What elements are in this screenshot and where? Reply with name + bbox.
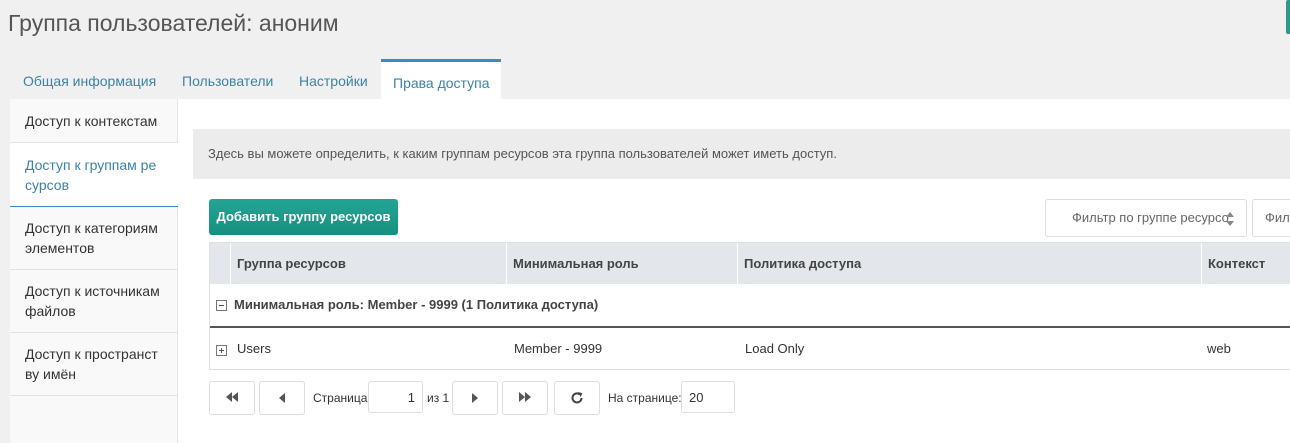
prev-page-button[interactable]	[259, 381, 305, 415]
header-corner-accent	[1286, 0, 1290, 34]
collapse-icon[interactable]	[216, 300, 227, 311]
cell-resource-group: Users	[237, 341, 271, 356]
last-page-button[interactable]	[502, 381, 548, 415]
refresh-icon	[571, 392, 583, 404]
column-header-min-role[interactable]: Минимальная роль	[506, 243, 737, 284]
sidebar-item-label: Доступ к категориям элементов	[25, 220, 158, 256]
resource-groups-content: Здесь вы можете определить, к каким груп…	[193, 129, 1290, 443]
resource-group-filter-placeholder: Фильтр по группе ресурсо	[1072, 210, 1229, 225]
sidebar-item-label: Доступ к контекстам	[25, 112, 158, 129]
cell-context: web	[1207, 341, 1231, 356]
tab-users[interactable]: Пользователи	[182, 63, 273, 100]
tab-access-rights[interactable]: Права доступа	[381, 59, 502, 101]
grid-header: Группа ресурсов Минимальная роль Политик…	[210, 243, 1290, 284]
column-header-access-policy[interactable]: Политика доступа	[737, 243, 1201, 284]
access-sidebar: Доступ к контекстам Доступ к группам ре …	[10, 99, 178, 443]
sidebar-item-label: Доступ к группам ре сурсов	[25, 156, 157, 193]
chevron-right-icon	[472, 393, 478, 403]
page-number-input[interactable]	[368, 381, 423, 413]
page-label: Страница	[313, 391, 368, 405]
second-filter[interactable]: Филь	[1252, 199, 1290, 237]
double-chevron-right-icon	[519, 391, 531, 405]
sort-arrows-icon	[1226, 212, 1234, 226]
sidebar-item-namespaces[interactable]: Доступ к пространст ву имён	[10, 333, 178, 396]
per-page-input[interactable]	[681, 381, 735, 413]
group-header-label: Минимальная роль: Member - 9999 (1 Полит…	[234, 297, 599, 312]
add-resource-group-button[interactable]: Добавить группу ресурсов	[209, 199, 398, 235]
grid-group-header[interactable]: Минимальная роль: Member - 9999 (1 Полит…	[210, 284, 1290, 328]
expand-icon[interactable]	[216, 345, 227, 356]
second-filter-placeholder: Филь	[1265, 210, 1290, 225]
resource-group-filter[interactable]: Фильтр по группе ресурсо	[1045, 199, 1247, 237]
sidebar-item-contexts[interactable]: Доступ к контекстам	[10, 99, 178, 143]
cell-min-role: Member - 9999	[514, 341, 603, 356]
sidebar-item-element-categories[interactable]: Доступ к категориям элементов	[10, 207, 178, 270]
column-header-context[interactable]: Контекст	[1201, 243, 1290, 284]
refresh-button[interactable]	[554, 381, 600, 415]
sidebar-item-file-sources[interactable]: Доступ к источникам файлов	[10, 270, 178, 333]
next-page-button[interactable]	[452, 381, 498, 415]
access-rights-panel: Доступ к контекстам Доступ к группам ре …	[10, 99, 1290, 443]
tab-general-info[interactable]: Общая информация	[23, 63, 156, 100]
sidebar-item-resource-groups[interactable]: Доступ к группам ре сурсов	[10, 143, 178, 207]
info-description: Здесь вы можете определить, к каким груп…	[193, 129, 1290, 179]
tab-settings[interactable]: Настройки	[299, 63, 368, 100]
first-page-button[interactable]	[209, 381, 255, 415]
table-row[interactable]: Users Member - 9999 Load Only web	[210, 328, 1290, 370]
cell-access-policy: Load Only	[745, 341, 805, 356]
sidebar-item-label: Доступ к источникам файлов	[25, 283, 160, 319]
grid-pager: Страница из 1 На странице:	[209, 381, 1290, 417]
page-title: Группа пользователей: аноним	[8, 10, 339, 36]
sidebar-item-label: Доступ к пространст ву имён	[25, 346, 158, 382]
chevron-left-icon	[279, 393, 285, 403]
column-header-resource-group[interactable]: Группа ресурсов	[230, 243, 506, 284]
double-chevron-left-icon	[226, 391, 238, 405]
per-page-label: На странице:	[608, 391, 682, 405]
page-count-label: из 1	[427, 391, 450, 405]
resource-groups-grid: Группа ресурсов Минимальная роль Политик…	[209, 242, 1290, 370]
